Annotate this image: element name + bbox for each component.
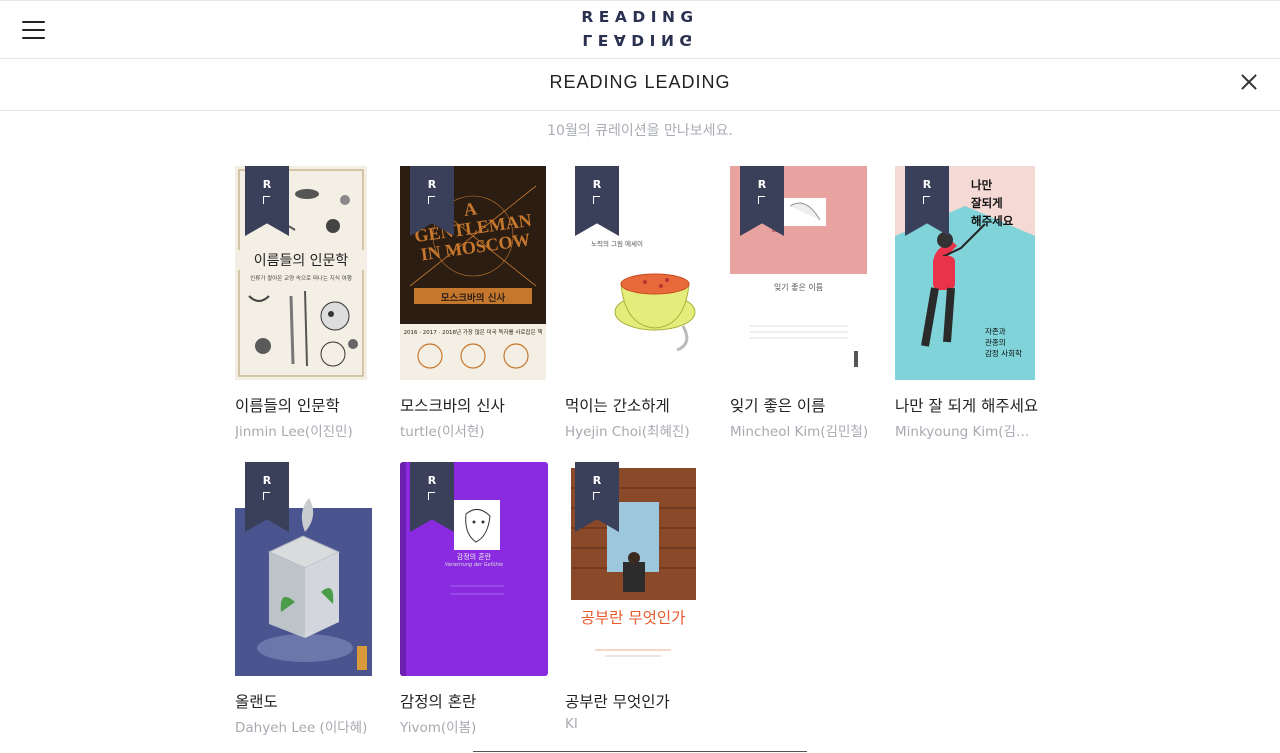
logo-text-top: READING bbox=[581, 8, 699, 26]
cover-title: 잊기 좋은 이름 bbox=[773, 283, 824, 292]
book-title[interactable]: 올랜도 bbox=[235, 690, 278, 712]
cover-tagline: 노력의 그림 에세이 bbox=[591, 240, 643, 248]
close-icon[interactable] bbox=[1238, 71, 1260, 93]
book-title[interactable]: 이름들의 인문학 bbox=[235, 394, 340, 416]
book-author: Yivom(이봄) bbox=[400, 720, 477, 736]
book-title[interactable]: 공부란 무엇인가 bbox=[565, 690, 670, 712]
reading-leading-logo[interactable]: READING LEADING bbox=[560, 7, 720, 55]
book-author: turtle(이서현) bbox=[400, 424, 485, 440]
cover-title: 나만 잘되게 해주세요 bbox=[971, 178, 1014, 228]
cover-title: 이름들의 인문학 bbox=[235, 250, 367, 270]
cover-title: 감정의 혼란 bbox=[456, 553, 492, 561]
cover-subtitle: 인류가 쌓아온 교양 속으로 떠나는 지식 여행 bbox=[250, 276, 352, 282]
cover-subtitle: Verwirrung der Gefühle bbox=[444, 562, 504, 568]
cover-title: 공부란 무엇인가 bbox=[580, 609, 686, 627]
top-navigation-bar: READING LEADING bbox=[0, 0, 1280, 59]
page-title: READING LEADING bbox=[549, 72, 731, 92]
book-author: Jinmin Lee(이진민) bbox=[235, 424, 353, 440]
curation-subtitle: 10월의 큐레이션을 만나보세요. bbox=[547, 123, 733, 139]
book-title[interactable]: 모스크바의 신사 bbox=[400, 394, 505, 416]
cover-subtitle: 자존과 관종의 감정 사회학 bbox=[985, 327, 1022, 358]
book-title[interactable]: 나만 잘 되게 해주세요 bbox=[895, 394, 1038, 416]
book-author: Hyejin Choi(최혜진) bbox=[565, 424, 690, 440]
cover-title-korean: 모스크바의 신사 bbox=[440, 293, 506, 304]
book-author: Minkyoung Kim(김민경) bbox=[895, 424, 1041, 440]
logo-text-bottom-mirrored: LEADING bbox=[582, 31, 698, 49]
section-header: READING LEADING bbox=[0, 59, 1280, 111]
book-author: KI bbox=[565, 716, 578, 732]
book-author: Dahyeh Lee (이다혜) bbox=[235, 720, 368, 736]
bottom-divider bbox=[473, 751, 807, 752]
book-title[interactable]: 먹이는 간소하게 bbox=[565, 394, 670, 416]
book-author: Mincheol Kim(김민철) bbox=[730, 424, 869, 440]
cover-award-banner: 2016 · 2017 · 2018년 가장 많은 미국 독자를 사로잡은 책 bbox=[403, 330, 543, 336]
hamburger-menu-icon[interactable] bbox=[22, 20, 46, 40]
book-title[interactable]: 감정의 혼란 bbox=[400, 690, 476, 712]
book-title[interactable]: 잊기 좋은 이름 bbox=[730, 394, 825, 416]
